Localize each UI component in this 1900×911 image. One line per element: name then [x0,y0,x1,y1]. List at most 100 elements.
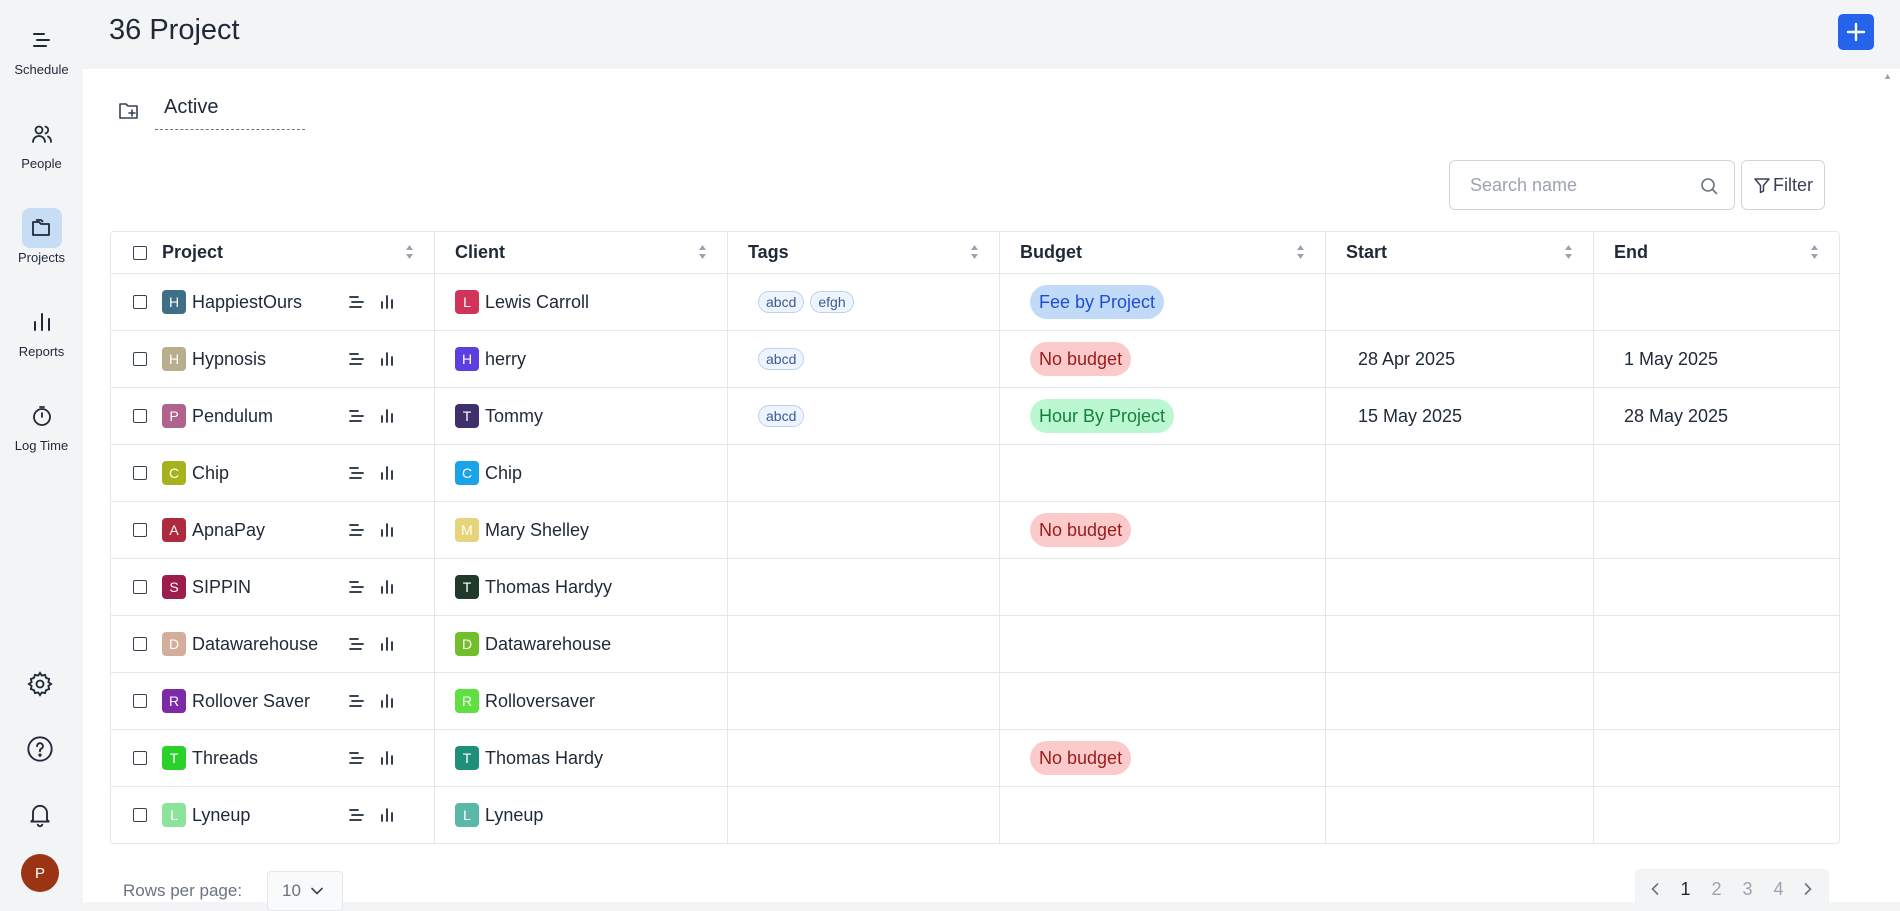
main-content: ▲ Active Filter Project Client Tags [83,69,1900,911]
table-row[interactable]: L Lyneup L Lyneup [111,786,1839,843]
select-all-checkbox[interactable] [133,245,147,260]
tag-chip[interactable]: abcd [758,405,805,427]
row-checkbox[interactable] [133,580,147,594]
project-cell: T Threads [111,730,435,786]
reports-bar-icon[interactable] [372,746,402,770]
row-checkbox[interactable] [133,409,147,423]
filter-button[interactable]: Filter [1741,160,1825,210]
schedule-icon[interactable] [342,404,372,428]
schedule-icon[interactable] [342,347,372,371]
table-row[interactable]: C Chip C Chip [111,444,1839,501]
row-checkbox[interactable] [133,637,147,651]
row-checkbox[interactable] [133,694,147,708]
project-name[interactable]: ApnaPay [192,520,342,541]
sidebar-item-projects[interactable]: Projects [0,208,83,265]
tag-chip[interactable]: abcd [758,291,805,313]
page-link-2[interactable]: 2 [1711,879,1721,900]
sort-icon[interactable] [405,244,414,265]
sidebar-item-label: Projects [18,250,65,265]
sidebar-item-people[interactable]: People [0,114,83,171]
reports-bar-icon[interactable] [372,461,402,485]
avatar[interactable]: P [21,854,59,892]
table-row[interactable]: S SIPPIN T Thomas Hardyy [111,558,1839,615]
client-name: Thomas Hardy [485,747,604,768]
row-checkbox[interactable] [133,808,147,822]
tag-chip[interactable]: abcd [758,348,805,370]
start-date-cell [1326,502,1594,558]
sidebar-item-reports[interactable]: Reports [0,302,83,359]
reports-bar-icon[interactable] [372,689,402,713]
tag-chip[interactable]: efgh [810,291,854,313]
page-link-4[interactable]: 4 [1773,879,1783,900]
table-row[interactable]: P Pendulum T Tommy abcd Hour By Project … [111,387,1839,444]
sort-icon[interactable] [1296,244,1305,265]
client-name: Datawarehouse [485,633,612,654]
schedule-icon[interactable] [342,746,372,770]
budget-badge: Fee by Project [1030,285,1165,319]
search-icon[interactable] [1700,177,1718,200]
project-name[interactable]: HappiestOurs [192,292,342,313]
chevron-left-icon[interactable] [1651,879,1659,900]
schedule-icon[interactable] [342,803,372,827]
row-checkbox[interactable] [133,523,147,537]
rows-per-page-select[interactable]: 10 [267,871,343,911]
reports-bar-icon[interactable] [372,404,402,428]
sort-icon[interactable] [698,244,707,265]
reports-bar-icon[interactable] [372,803,402,827]
table-row[interactable]: D Datawarehouse D Datawarehouse [111,615,1839,672]
column-header-project[interactable]: Project [111,232,435,273]
table-row[interactable]: A ApnaPay M Mary Shelley No budget [111,501,1839,558]
sidebar-item-schedule[interactable]: Schedule [0,20,83,77]
table-row[interactable]: H Hypnosis H herry abcd No budget 28 Apr… [111,330,1839,387]
project-name[interactable]: SIPPIN [192,577,342,598]
row-checkbox[interactable] [133,295,147,309]
chevron-right-icon[interactable] [1804,879,1813,900]
column-header-tags[interactable]: Tags [728,232,1000,273]
sort-icon[interactable] [1564,244,1573,265]
tab-active[interactable]: Active [155,96,305,130]
table-row[interactable]: T Threads T Thomas Hardy No budget [111,729,1839,786]
search-input[interactable] [1450,161,1670,209]
project-name[interactable]: Lyneup [192,805,342,826]
reports-bar-icon[interactable] [372,518,402,542]
project-name[interactable]: Datawarehouse [192,634,342,655]
column-header-client[interactable]: Client [435,232,728,273]
row-checkbox[interactable] [133,352,147,366]
sort-icon[interactable] [1810,244,1819,265]
project-name[interactable]: Chip [192,463,342,484]
project-name[interactable]: Hypnosis [192,349,342,370]
reports-bar-icon[interactable] [372,575,402,599]
budget-badge: No budget [1030,513,1132,547]
table-row[interactable]: H HappiestOurs L Lewis Carroll abcd efgh … [111,273,1839,330]
help-icon[interactable] [19,728,61,770]
column-header-start[interactable]: Start [1326,232,1594,273]
schedule-icon[interactable] [342,461,372,485]
reports-bar-icon[interactable] [372,290,402,314]
schedule-icon[interactable] [342,632,372,656]
project-name[interactable]: Pendulum [192,406,342,427]
gear-icon[interactable] [19,663,61,705]
row-checkbox[interactable] [133,466,147,480]
column-header-end[interactable]: End [1594,232,1839,273]
project-initial-badge: P [162,404,186,428]
schedule-icon[interactable] [342,575,372,599]
scroll-up-arrow-icon[interactable]: ▲ [1883,71,1892,81]
sort-icon[interactable] [970,244,979,265]
column-header-budget[interactable]: Budget [1000,232,1326,273]
sidebar-item-log-time[interactable]: Log Time [0,396,83,453]
page-link-3[interactable]: 3 [1742,879,1752,900]
reports-bar-icon[interactable] [372,632,402,656]
new-folder-icon[interactable] [117,99,141,128]
bell-icon[interactable] [19,793,61,835]
add-project-button[interactable] [1838,14,1874,50]
search-field[interactable] [1449,160,1735,210]
schedule-icon[interactable] [342,689,372,713]
row-checkbox[interactable] [133,751,147,765]
schedule-icon[interactable] [342,290,372,314]
schedule-icon[interactable] [342,518,372,542]
page-link-1[interactable]: 1 [1680,879,1690,900]
project-name[interactable]: Rollover Saver [192,691,342,712]
project-name[interactable]: Threads [192,748,342,769]
reports-bar-icon[interactable] [372,347,402,371]
table-row[interactable]: R Rollover Saver R Rolloversaver [111,672,1839,729]
